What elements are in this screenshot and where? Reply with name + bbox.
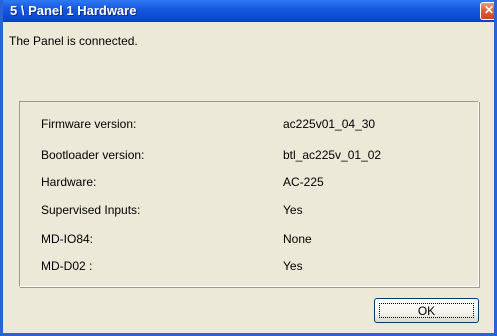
panel-hardware-dialog: 5 \ Panel 1 Hardware ✕ The Panel is conn…	[0, 0, 497, 336]
hardware-row: Hardware: AC-225	[20, 175, 478, 193]
close-icon: ✕	[483, 3, 495, 17]
firmware-version-label: Firmware version:	[41, 117, 137, 131]
bootloader-version-label: Bootloader version:	[41, 148, 145, 162]
window-title: 5 \ Panel 1 Hardware	[10, 3, 137, 18]
hardware-info-panel: Firmware version: ac225v01_04_30 Bootloa…	[19, 101, 479, 287]
close-button[interactable]: ✕	[480, 2, 495, 20]
md-io84-label: MD-IO84:	[41, 232, 94, 246]
bootloader-version-value: btl_ac225v_01_02	[283, 148, 382, 162]
hardware-label: Hardware:	[41, 175, 97, 189]
firmware-version-row: Firmware version: ac225v01_04_30	[20, 117, 478, 135]
supervised-inputs-label: Supervised Inputs:	[41, 203, 141, 217]
md-d02-label: MD-D02 :	[41, 259, 93, 273]
md-io84-row: MD-IO84: None	[20, 232, 478, 250]
bootloader-version-row: Bootloader version: btl_ac225v_01_02	[20, 148, 478, 166]
firmware-version-value: ac225v01_04_30	[283, 117, 376, 131]
md-d02-value: Yes	[283, 259, 303, 273]
md-io84-value: None	[283, 232, 312, 246]
title-bar[interactable]: 5 \ Panel 1 Hardware ✕	[3, 0, 495, 22]
hardware-value: AC-225	[283, 175, 324, 189]
supervised-inputs-row: Supervised Inputs: Yes	[20, 203, 478, 221]
connection-status-text: The Panel is connected.	[9, 34, 138, 48]
ok-button[interactable]: OK	[374, 298, 479, 323]
md-d02-row: MD-D02 : Yes	[20, 259, 478, 277]
ok-button-label: OK	[417, 304, 436, 318]
supervised-inputs-value: Yes	[283, 203, 303, 217]
